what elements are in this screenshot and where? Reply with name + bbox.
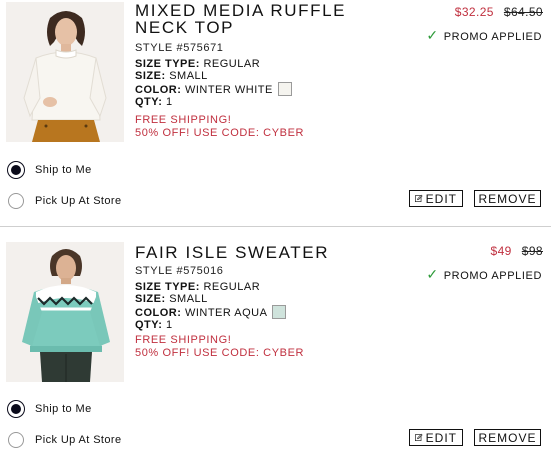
edit-button[interactable]: EDIT [409,190,463,207]
pick-up-at-store-radio[interactable] [8,432,24,448]
ship-to-me-radio[interactable] [8,162,24,178]
color-value: WINTER WHITE [184,84,273,96]
pick-up-at-store-label: Pick Up At Store [35,434,122,446]
promo-applied-status: ✓ PROMO APPLIED [426,27,542,43]
edit-icon [415,194,423,203]
promo-message: FREE SHIPPING! 50% OFF! USE CODE: CYBER [135,334,304,360]
free-shipping-text: FREE SHIPPING! [135,114,232,126]
sale-price: $32.25 [454,5,494,19]
pick-up-at-store-radio[interactable] [8,193,24,209]
checkmark-icon: ✓ [426,266,439,282]
product-title[interactable]: MIXED MEDIA RUFFLE NECK TOP [135,2,405,36]
size-value: SMALL [169,293,208,305]
qty-value: 1 [166,319,173,331]
sale-price: $49 [490,244,512,258]
promo-code-text: 50% OFF! USE CODE: CYBER [135,347,305,359]
pick-up-at-store-option[interactable]: Pick Up At Store [8,193,122,209]
product-attributes: SIZE TYPE: REGULAR SIZE: SMALL COLOR: WI… [135,281,287,331]
original-price: $64.50 [503,5,543,19]
pick-up-at-store-option[interactable]: Pick Up At Store [8,432,122,448]
original-price: $98 [521,244,543,258]
color-value: WINTER AQUA [184,307,268,319]
ship-to-me-option[interactable]: Ship to Me [8,162,92,178]
product-image[interactable] [6,2,124,142]
promo-message: FREE SHIPPING! 50% OFF! USE CODE: CYBER [135,114,304,140]
product-image[interactable] [6,242,124,382]
product-attributes: SIZE TYPE: REGULAR SIZE: SMALL COLOR: WI… [135,58,292,108]
price-block: $49 $98 [491,244,543,258]
edit-icon [415,433,423,442]
ship-to-me-option[interactable]: Ship to Me [8,401,92,417]
edit-button[interactable]: EDIT [409,429,463,446]
checkmark-icon: ✓ [426,27,439,43]
free-shipping-text: FREE SHIPPING! [135,334,232,346]
item-divider [0,226,551,227]
ship-to-me-label: Ship to Me [35,164,92,176]
style-number: STYLE #575016 [135,265,224,277]
promo-code-text: 50% OFF! USE CODE: CYBER [135,127,305,139]
size-type-value: REGULAR [203,281,261,293]
size-type-value: REGULAR [203,58,261,70]
ship-to-me-radio[interactable] [8,401,24,417]
remove-button[interactable]: REMOVE [474,190,541,207]
pick-up-at-store-label: Pick Up At Store [35,195,122,207]
style-number: STYLE #575671 [135,42,224,54]
color-swatch [277,82,292,96]
product-title[interactable]: FAIR ISLE SWEATER [135,244,405,261]
remove-button[interactable]: REMOVE [474,429,541,446]
price-block: $32.25 $64.50 [455,5,543,19]
ship-to-me-label: Ship to Me [35,403,92,415]
promo-applied-status: ✓ PROMO APPLIED [426,266,542,282]
qty-value: 1 [166,96,173,108]
color-swatch [272,305,287,319]
size-value: SMALL [169,70,208,82]
